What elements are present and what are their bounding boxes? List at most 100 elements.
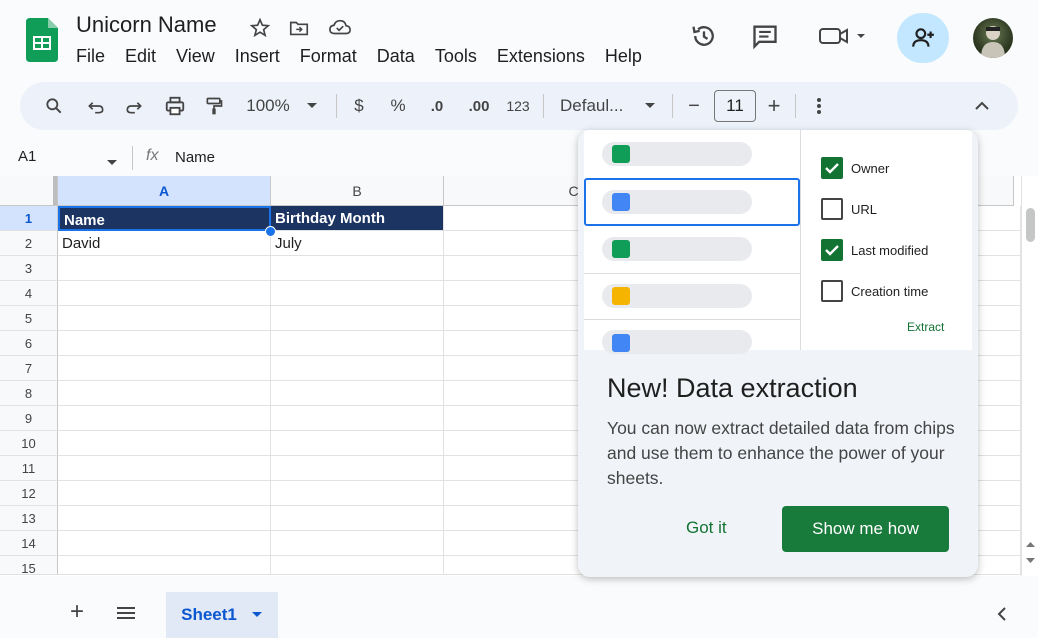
row-header[interactable]: 12: [0, 481, 58, 506]
comments-icon[interactable]: [749, 20, 781, 52]
cell-b1[interactable]: Birthday Month: [271, 206, 444, 231]
share-button[interactable]: [897, 13, 949, 63]
cell-a4[interactable]: [58, 281, 271, 306]
cell-a2[interactable]: David: [58, 231, 271, 256]
paint-format-icon[interactable]: [202, 94, 226, 118]
star-icon[interactable]: [248, 16, 272, 40]
cell-b9[interactable]: [271, 406, 444, 431]
menu-extensions[interactable]: Extensions: [497, 46, 585, 67]
more-options-icon[interactable]: [810, 94, 828, 118]
cell-a6[interactable]: [58, 331, 271, 356]
row-header[interactable]: 3: [0, 256, 58, 281]
font-dropdown-icon[interactable]: [642, 94, 658, 118]
move-folder-icon[interactable]: [287, 16, 311, 40]
menu-help[interactable]: Help: [605, 46, 642, 67]
cell-b6[interactable]: [271, 331, 444, 356]
cell-a1[interactable]: Name: [58, 206, 271, 231]
menu-data[interactable]: Data: [377, 46, 415, 67]
font-select[interactable]: Defaul...: [560, 94, 632, 118]
scroll-down-icon[interactable]: [1026, 551, 1035, 569]
vertical-scrollbar[interactable]: [1021, 176, 1038, 576]
got-it-button[interactable]: Got it: [686, 516, 727, 540]
undo-icon[interactable]: [84, 94, 108, 118]
select-all-corner[interactable]: [0, 176, 58, 206]
cell-a8[interactable]: [58, 381, 271, 406]
cell-a11[interactable]: [58, 456, 271, 481]
avatar[interactable]: [973, 18, 1013, 58]
cell-b10[interactable]: [271, 431, 444, 456]
increase-font-size-button[interactable]: +: [764, 93, 784, 118]
cell-b4[interactable]: [271, 281, 444, 306]
cell-b7[interactable]: [271, 356, 444, 381]
row-header[interactable]: 5: [0, 306, 58, 331]
zoom-value[interactable]: 100%: [242, 94, 294, 118]
row-header[interactable]: 10: [0, 431, 58, 456]
search-menus-icon[interactable]: [42, 94, 66, 118]
cell-b5[interactable]: [271, 306, 444, 331]
menu-format[interactable]: Format: [300, 46, 357, 67]
row-header[interactable]: 1: [0, 206, 58, 231]
meet-icon[interactable]: [815, 20, 871, 52]
name-box[interactable]: A1: [18, 148, 36, 165]
formula-input[interactable]: Name: [175, 149, 215, 166]
cell-b14[interactable]: [271, 531, 444, 556]
row-header[interactable]: 14: [0, 531, 58, 556]
scroll-up-icon[interactable]: [1026, 534, 1035, 552]
all-sheets-icon[interactable]: [116, 606, 136, 625]
menu-tools[interactable]: Tools: [435, 46, 477, 67]
menu-view[interactable]: View: [176, 46, 215, 67]
row-header[interactable]: 9: [0, 406, 58, 431]
cell-a9[interactable]: [58, 406, 271, 431]
column-header-b[interactable]: B: [271, 176, 444, 206]
currency-format-button[interactable]: $: [350, 94, 368, 118]
sheet-tab-sheet1[interactable]: Sheet1: [166, 592, 278, 638]
menu-insert[interactable]: Insert: [235, 46, 280, 67]
cell-b13[interactable]: [271, 506, 444, 531]
decrease-decimal-button[interactable]: .0: [424, 94, 450, 118]
row-header[interactable]: 11: [0, 456, 58, 481]
document-title[interactable]: Unicorn Name: [76, 12, 217, 38]
cell-a3[interactable]: [58, 256, 271, 281]
increase-decimal-button[interactable]: .00: [465, 94, 493, 118]
cell-a10[interactable]: [58, 431, 271, 456]
add-sheet-button[interactable]: +: [66, 598, 88, 625]
cell-a14[interactable]: [58, 531, 271, 556]
cell-a15[interactable]: [58, 556, 271, 576]
sheet-nav-left-icon[interactable]: [996, 606, 1008, 627]
cell-a5[interactable]: [58, 306, 271, 331]
cell-b8[interactable]: [271, 381, 444, 406]
scroll-thumb[interactable]: [1026, 208, 1035, 242]
row-header[interactable]: 13: [0, 506, 58, 531]
zoom-dropdown-icon[interactable]: [304, 94, 320, 118]
collapse-menus-icon[interactable]: [972, 94, 992, 118]
version-history-icon[interactable]: [688, 20, 720, 52]
decrease-font-size-button[interactable]: −: [684, 94, 704, 118]
number-format-button[interactable]: 123: [504, 94, 532, 118]
row-header[interactable]: 2: [0, 231, 58, 256]
row-header[interactable]: 7: [0, 356, 58, 381]
redo-icon[interactable]: [122, 94, 146, 118]
cloud-saved-icon[interactable]: [328, 16, 352, 40]
cell-b2[interactable]: July: [271, 231, 444, 256]
font-size-input[interactable]: 11: [714, 90, 756, 122]
cell-b15[interactable]: [271, 556, 444, 576]
row-header[interactable]: 6: [0, 331, 58, 356]
cell-a12[interactable]: [58, 481, 271, 506]
cell-a13[interactable]: [58, 506, 271, 531]
sheet-menu-icon[interactable]: [251, 611, 263, 619]
cell-b3[interactable]: [271, 256, 444, 281]
name-box-dropdown-icon[interactable]: [106, 154, 118, 172]
column-header-a[interactable]: A: [58, 176, 271, 206]
sheets-logo[interactable]: [26, 18, 58, 62]
cell-b12[interactable]: [271, 481, 444, 506]
show-me-how-button[interactable]: Show me how: [782, 506, 949, 552]
row-header[interactable]: 15: [0, 556, 58, 576]
menu-edit[interactable]: Edit: [125, 46, 156, 67]
fill-handle[interactable]: [265, 226, 276, 237]
menu-file[interactable]: File: [76, 46, 105, 67]
cell-a7[interactable]: [58, 356, 271, 381]
row-header[interactable]: 4: [0, 281, 58, 306]
cell-b11[interactable]: [271, 456, 444, 481]
print-icon[interactable]: [162, 94, 188, 118]
row-header[interactable]: 8: [0, 381, 58, 406]
